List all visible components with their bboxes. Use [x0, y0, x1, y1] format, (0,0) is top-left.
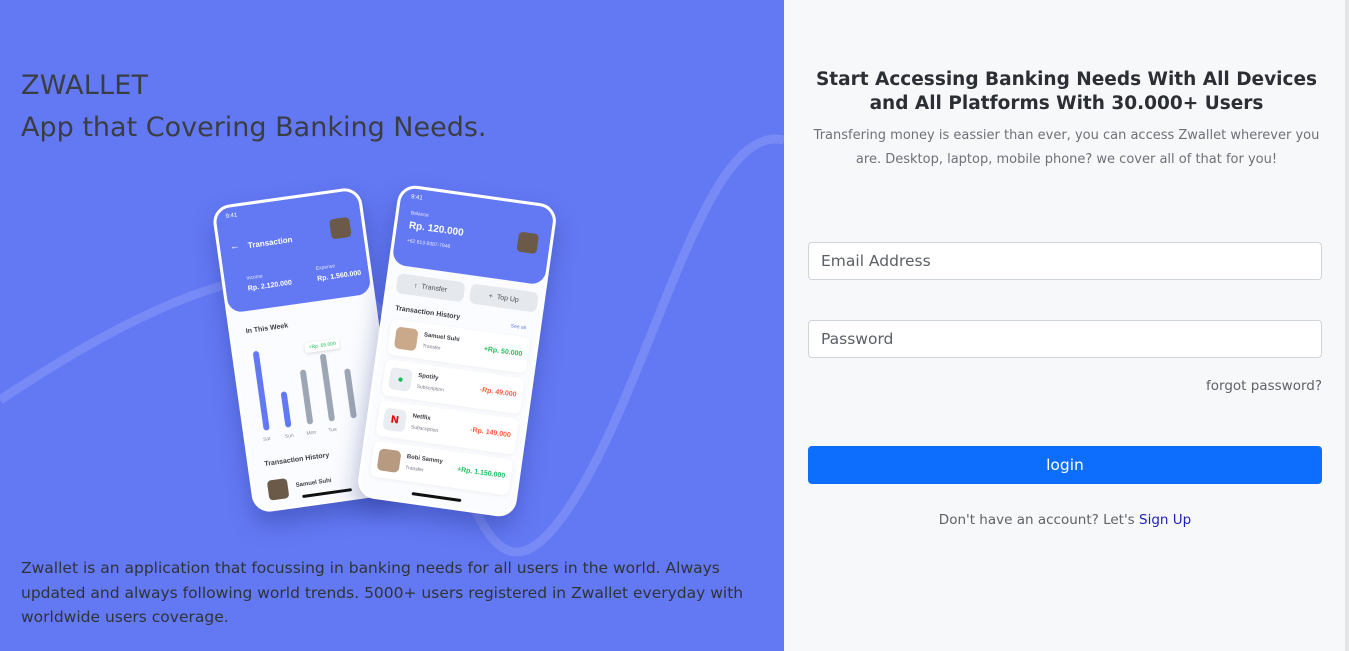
day-label: Sun — [284, 432, 295, 440]
income-label: Income — [246, 273, 264, 282]
item-type: Transfer — [421, 343, 442, 352]
avatar-icon — [393, 326, 419, 352]
chart-bar — [252, 350, 270, 431]
phone-header: 9:41 Balance Rp. 120.000 +62 813-9387-79… — [391, 186, 555, 286]
brand-description: Zwallet is an application that focussing… — [21, 559, 744, 626]
plus-icon: + — [488, 292, 494, 300]
login-heading: Start Accessing Banking Needs With All D… — [815, 69, 1318, 114]
see-all-link: See all — [510, 323, 527, 332]
item-type: Subscription — [410, 424, 439, 435]
topup-button: + Top Up — [468, 283, 539, 313]
week-title: In This Week — [245, 322, 289, 336]
item-amount: -Rp. 149.000 — [469, 426, 512, 440]
phone-number: +62 813-9387-7946 — [406, 237, 451, 251]
history-title: Transaction History — [394, 305, 461, 322]
topup-label: Top Up — [496, 293, 520, 304]
phone-title: Transaction — [247, 235, 294, 251]
income-value: Rp. 2.120.000 — [247, 279, 293, 293]
phone-time: 9:41 — [225, 212, 238, 220]
highlight-pill: +Rp. 65.000 — [304, 338, 341, 354]
item-type: Subscription — [416, 383, 445, 394]
day-label: Sat — [262, 435, 271, 443]
brand-name: ZWALLET — [21, 70, 149, 101]
avatar — [266, 478, 290, 501]
chart-bar — [280, 391, 292, 428]
login-panel: Start Accessing Banking Needs With All D… — [784, 0, 1349, 651]
password-field[interactable] — [808, 320, 1322, 358]
arrow-up-icon: ↑ — [413, 281, 419, 290]
signup-prompt: Don't have an account? Let's Sign Up — [808, 512, 1322, 528]
signup-link[interactable]: Sign Up — [1139, 512, 1191, 528]
item-amount: -Rp. 49.000 — [479, 386, 517, 399]
transfer-label: Transfer — [420, 282, 448, 294]
phone-time: 9:41 — [410, 194, 423, 202]
item-type: Transfer — [404, 464, 424, 474]
login-subheading: Transfering money is eassier than ever, … — [813, 128, 1320, 167]
history-item-name: Samuel Suhi — [295, 477, 332, 489]
signup-prompt-text: Don't have an account? Let's — [938, 512, 1135, 528]
login-button[interactable]: login — [808, 446, 1322, 484]
home-indicator — [302, 488, 353, 499]
history-title: Transaction History — [264, 451, 330, 468]
item-amount: +Rp. 1.150.000 — [456, 466, 506, 480]
day-label: Tue — [328, 426, 338, 434]
chart-bar — [319, 353, 336, 422]
balance-value: Rp. 120.000 — [408, 220, 465, 239]
item-name: Samuel Suhi — [423, 332, 460, 344]
item-name: Bobi Sammy — [406, 454, 444, 466]
phone-header: 9:41 ← Transaction Income Rp. 2.120.000 … — [214, 189, 372, 314]
spotify-icon: ● — [388, 366, 413, 392]
avatar — [329, 216, 352, 240]
balance-label: Balance — [410, 210, 430, 219]
hero-panel: ZWALLET App that Covering Banking Needs.… — [0, 0, 784, 651]
avatar-icon — [376, 448, 402, 474]
item-name: Netflix — [412, 413, 432, 422]
netflix-icon: N — [382, 407, 408, 433]
brand-tagline: App that Covering Banking Needs. — [21, 112, 487, 143]
home-indicator — [411, 492, 462, 503]
email-field[interactable] — [808, 242, 1322, 280]
forgot-password-link[interactable]: forgot password? — [1206, 378, 1322, 394]
scrollbar[interactable] — [1345, 0, 1349, 651]
item-name: Spotify — [417, 372, 439, 382]
expense-label: Expense — [315, 263, 336, 272]
chart-bar — [299, 369, 314, 425]
day-label: Mon — [306, 429, 317, 437]
expense-value: Rp. 1.560.000 — [316, 269, 362, 283]
avatar — [516, 231, 540, 255]
back-arrow-icon: ← — [229, 240, 241, 253]
item-amount: +Rp. 50.000 — [483, 345, 523, 359]
transfer-button: ↑ Transfer — [395, 273, 466, 303]
chart-bar — [344, 368, 357, 419]
